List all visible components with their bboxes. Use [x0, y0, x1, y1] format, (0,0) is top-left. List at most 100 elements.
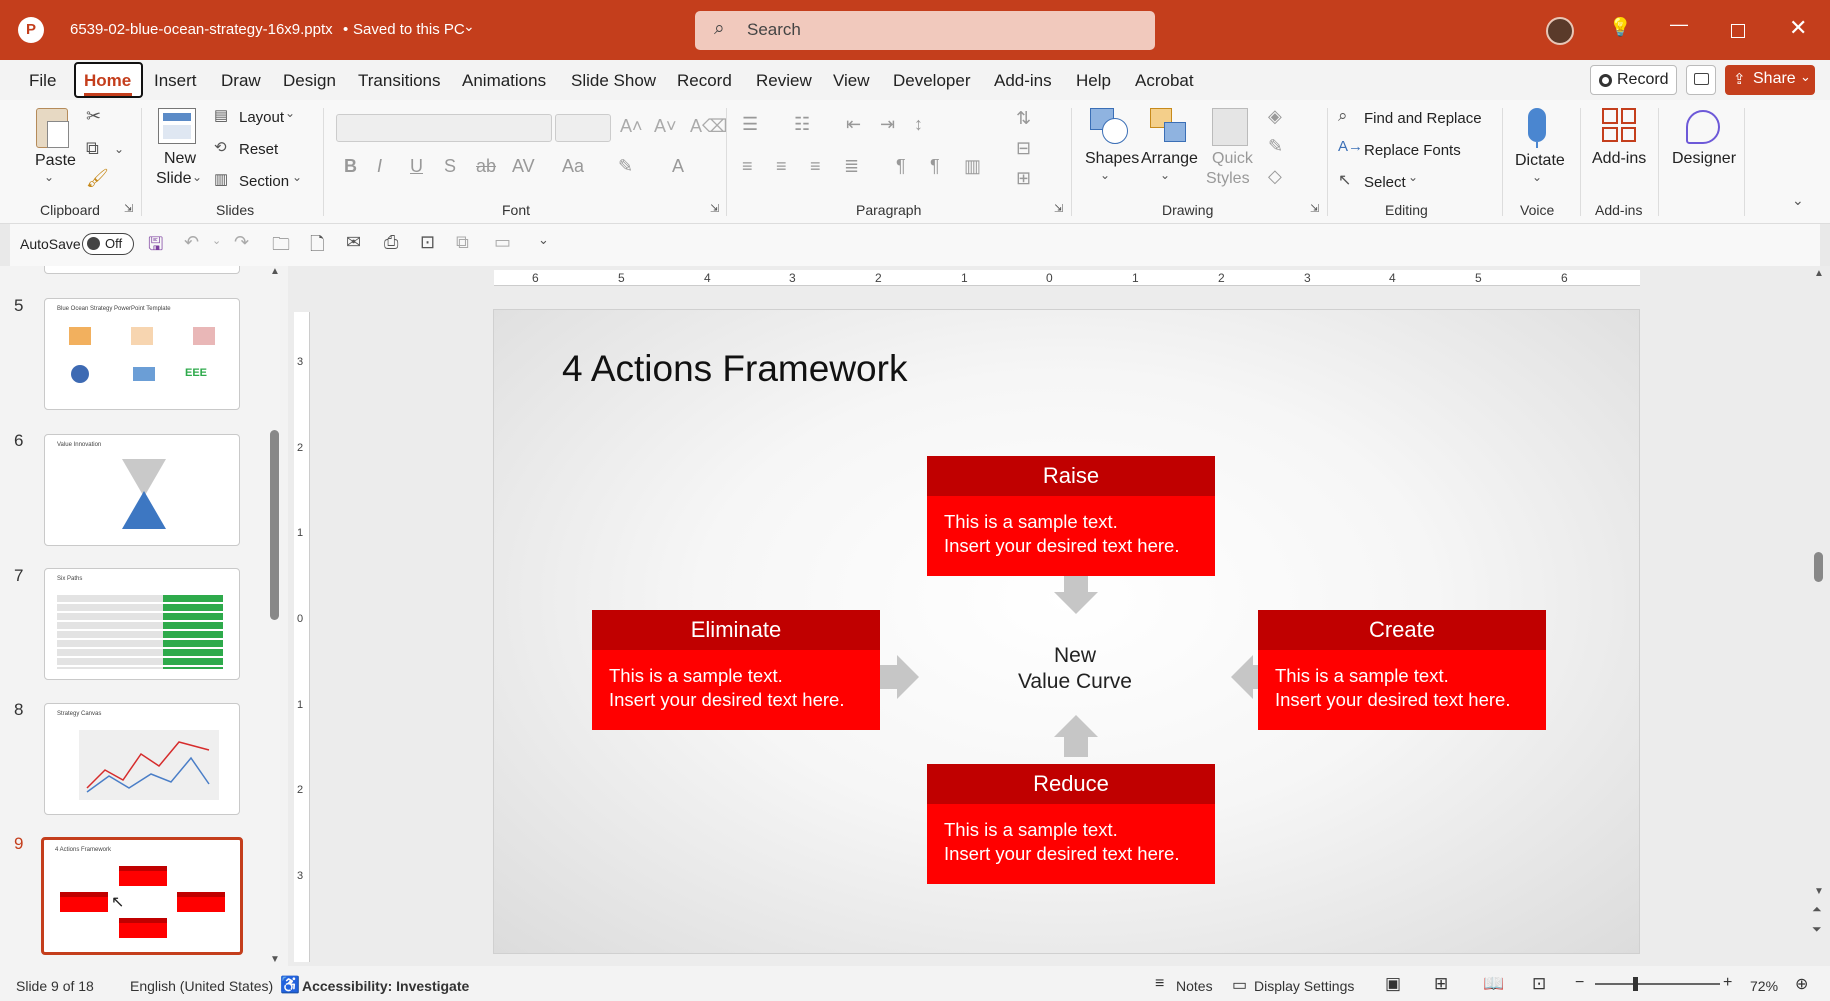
new-slide-icon[interactable]: [158, 108, 196, 144]
slide-thumbnail-7[interactable]: Six Paths: [44, 568, 240, 680]
select-button[interactable]: Select: [1364, 174, 1406, 191]
cut-icon[interactable]: ✂: [86, 106, 101, 127]
slide-thumbnail-6[interactable]: Value Innovation: [44, 434, 240, 546]
chevron-down-icon[interactable]: ⌄: [212, 234, 221, 247]
format-painter-icon[interactable]: 🖌: [86, 168, 109, 189]
increase-indent-icon[interactable]: ⇥: [880, 114, 895, 135]
decrease-indent-icon[interactable]: ⇤: [846, 114, 861, 135]
dialog-launcher-icon[interactable]: ⇲: [1054, 202, 1063, 215]
align-text-icon[interactable]: ⊟: [1016, 138, 1031, 159]
justify-icon[interactable]: ≣: [844, 156, 859, 177]
chevron-down-icon[interactable]: ⌄: [44, 170, 54, 184]
tab-animations[interactable]: Animations: [462, 71, 546, 91]
tab-transitions[interactable]: Transitions: [358, 71, 441, 91]
save-status[interactable]: Saved to this PC: [353, 21, 465, 38]
font-size-dropdown[interactable]: [555, 114, 611, 142]
share-button[interactable]: ⇪ Share ⌄: [1725, 65, 1815, 95]
email-icon[interactable]: ✉: [346, 232, 361, 253]
slideshow-icon[interactable]: ⊡: [1532, 974, 1546, 994]
chevron-down-icon[interactable]: ⌄: [114, 142, 124, 156]
record-button[interactable]: Record: [1590, 65, 1677, 95]
slide-scrollbar-thumb[interactable]: [1814, 552, 1823, 582]
comments-button[interactable]: [1686, 65, 1716, 95]
change-case-icon[interactable]: Aa: [562, 156, 584, 177]
language-indicator[interactable]: English (United States): [130, 978, 273, 994]
strikethrough-icon[interactable]: ab: [476, 156, 496, 177]
avatar[interactable]: [1546, 17, 1574, 45]
chevron-down-icon[interactable]: ⌄: [1408, 170, 1418, 184]
tab-review[interactable]: Review: [756, 71, 812, 91]
print-icon[interactable]: ⎙: [384, 232, 398, 253]
section-button[interactable]: Section: [239, 173, 289, 190]
clear-formatting-icon[interactable]: A⌫: [690, 116, 727, 137]
find-replace-button[interactable]: Find and Replace: [1364, 110, 1482, 127]
undo-icon[interactable]: ↶: [184, 232, 199, 253]
customize-icon[interactable]: ⌄: [538, 232, 549, 248]
character-spacing-icon[interactable]: AV: [512, 156, 535, 177]
new-slide-button[interactable]: New: [164, 150, 196, 168]
slide-thumbnail-5[interactable]: Blue Ocean Strategy PowerPoint Template …: [44, 298, 240, 410]
line-spacing-icon[interactable]: ↕: [914, 114, 923, 135]
italic-icon[interactable]: I: [377, 156, 382, 177]
tab-file[interactable]: File: [29, 71, 56, 91]
bullets-icon[interactable]: ☰: [742, 114, 758, 135]
new-file-icon[interactable]: 🗋: [310, 232, 324, 262]
search-box[interactable]: ⌕ Search: [695, 11, 1155, 50]
ltr-icon[interactable]: ¶: [896, 156, 906, 177]
reduce-box[interactable]: Reduce This is a sample text. Insert you…: [927, 764, 1215, 884]
bold-icon[interactable]: B: [344, 156, 357, 177]
eliminate-box[interactable]: Eliminate This is a sample text. Insert …: [592, 610, 880, 730]
font-color-icon[interactable]: A: [672, 156, 684, 177]
presenter-icon[interactable]: ⊡: [420, 232, 435, 253]
collapse-ribbon-icon[interactable]: ⌄: [1792, 192, 1804, 209]
redo-icon[interactable]: ↷: [234, 232, 249, 253]
normal-view-icon[interactable]: ▣: [1385, 974, 1401, 994]
arrange-button[interactable]: Arrange: [1141, 150, 1198, 168]
scroll-down-icon[interactable]: ▼: [1814, 886, 1824, 897]
fit-slide-icon[interactable]: ⊕: [1795, 974, 1808, 994]
shapes-button[interactable]: Shapes: [1085, 150, 1139, 168]
shadow-icon[interactable]: S: [444, 156, 456, 177]
zoom-in-icon[interactable]: +: [1723, 974, 1732, 992]
slide-title[interactable]: 4 Actions Framework: [562, 348, 907, 390]
zoom-level[interactable]: 72%: [1750, 978, 1778, 994]
slide-thumbnail-9[interactable]: 4 Actions Framework ↖: [41, 837, 243, 955]
tab-view[interactable]: View: [833, 71, 870, 91]
rtl-icon[interactable]: ¶: [930, 156, 940, 177]
create-box[interactable]: Create This is a sample text. Insert you…: [1258, 610, 1546, 730]
lightbulb-icon[interactable]: 💡: [1609, 17, 1631, 38]
dialog-launcher-icon[interactable]: ⇲: [710, 202, 719, 215]
tab-slide-show[interactable]: Slide Show: [571, 71, 656, 91]
dialog-launcher-icon[interactable]: ⇲: [124, 202, 133, 215]
align-center-icon[interactable]: ≡: [776, 156, 787, 177]
dictate-button[interactable]: Dictate: [1515, 152, 1565, 170]
powerpoint-logo-icon[interactable]: P: [18, 17, 44, 43]
add-ins-button[interactable]: Add-ins: [1592, 150, 1646, 168]
tab-add-ins[interactable]: Add-ins: [994, 71, 1052, 91]
accessibility-status[interactable]: Accessibility: Investigate: [302, 978, 469, 994]
reading-view-icon[interactable]: 📖: [1483, 974, 1504, 994]
close-icon[interactable]: ✕: [1789, 15, 1807, 41]
minimize-icon[interactable]: —: [1670, 14, 1688, 35]
shapes-icon[interactable]: [1090, 108, 1130, 146]
paste-button[interactable]: Paste: [35, 152, 76, 170]
tab-draw[interactable]: Draw: [221, 71, 261, 91]
chevron-down-icon[interactable]: ⌄: [1160, 168, 1170, 182]
scroll-up-icon[interactable]: ▲: [270, 266, 280, 277]
shape-fill-icon[interactable]: ◈: [1268, 106, 1282, 127]
new-slide-label-2[interactable]: Slide: [156, 170, 192, 188]
center-label[interactable]: New Value Curve: [975, 643, 1175, 695]
increase-font-icon[interactable]: A˄: [620, 116, 643, 137]
dialog-launcher-icon[interactable]: ⇲: [1310, 202, 1319, 215]
zoom-slider[interactable]: [1595, 977, 1720, 991]
columns-icon[interactable]: ▥: [964, 156, 981, 177]
thumbnail-scrollbar-thumb[interactable]: [270, 430, 279, 620]
align-right-icon[interactable]: ≡: [810, 156, 821, 177]
text-direction-icon[interactable]: ⇅: [1016, 108, 1031, 129]
replace-fonts-button[interactable]: Replace Fonts: [1364, 142, 1461, 159]
highlight-icon[interactable]: ✎: [618, 156, 633, 177]
underline-icon[interactable]: U: [410, 156, 423, 177]
tab-home[interactable]: Home: [84, 71, 131, 91]
smartart-icon[interactable]: ⊞: [1016, 168, 1031, 189]
maximize-icon[interactable]: [1731, 24, 1745, 38]
